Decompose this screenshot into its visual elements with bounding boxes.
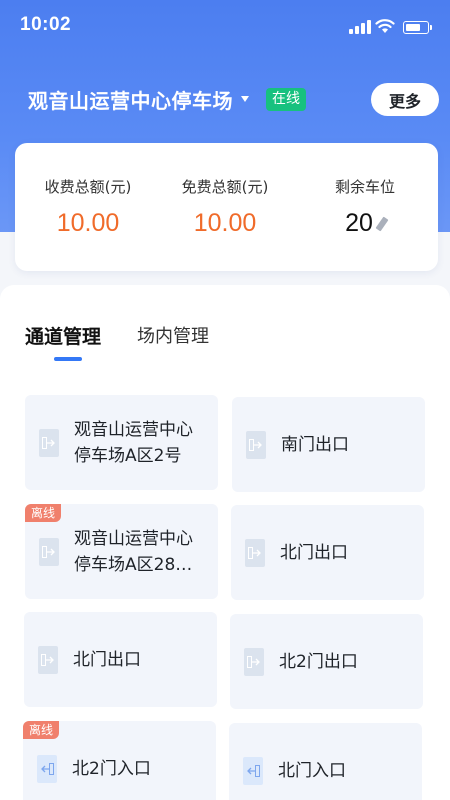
entry-gate-icon [37,754,57,783]
gate-card[interactable]: 离线 观音山运营中心停车场A区28号出口 [25,504,218,599]
remaining-spaces-stat: 剩余车位 20 [315,176,415,238]
summary-card: 收费总额(元) 10.00 免费总额(元) 10.00 剩余车位 20 [15,143,438,271]
gate-card[interactable]: 北门入口 [229,723,422,800]
more-button[interactable]: 更多 [371,83,439,116]
exit-gate-icon [246,430,266,459]
remaining-spaces-row: 20 [315,209,415,238]
free-total-value: 10.00 [193,209,257,237]
remaining-spaces-label: 剩余车位 [334,178,395,196]
gate-label: 观音山运营中心停车场A区2号 [74,419,193,466]
exit-gate-icon [244,647,264,676]
status-bar: 10:02 [0,0,450,50]
offline-badge: 离线 [25,504,62,522]
charged-total-label: 收费总额(元) [44,178,132,196]
lot-title[interactable]: 观音山运营中心停车场 [28,85,233,114]
gate-card[interactable]: 观音山运营中心停车场A区2号 [25,395,218,490]
gate-label: 北门入口 [278,760,346,781]
entry-gate-icon [243,756,263,785]
free-total-label: 免费总额(元) [181,178,269,196]
remaining-spaces-value: 20 [345,209,373,237]
exit-gate-icon [39,428,59,457]
gate-label: 北门出口 [280,542,348,563]
gate-label: 观音山运营中心停车场A区28号出口 [74,528,193,575]
gate-card[interactable]: 北2门出口 [230,614,423,709]
charged-total-value: 10.00 [56,209,120,237]
cellular-signal-icon [349,20,371,34]
chevron-down-icon[interactable] [241,96,249,102]
exit-gate-icon [38,645,58,674]
status-time: 10:02 [20,14,72,35]
gate-label: 南门出口 [281,434,349,455]
tab-lane-management[interactable]: 通道管理 [25,322,101,349]
edit-pencil-icon[interactable] [375,216,389,231]
gate-card[interactable]: 离线 北2门入口 [23,721,216,800]
charged-total-stat: 收费总额(元) 10.00 [33,176,143,238]
offline-badge: 离线 [23,721,60,739]
gate-card[interactable]: 南门出口 [232,397,425,492]
free-total-stat: 免费总额(元) 10.00 [170,176,280,238]
gate-card[interactable]: 北门出口 [24,612,217,707]
battery-icon [403,21,432,34]
gate-label: 北2门出口 [279,651,358,672]
exit-gate-icon [245,538,265,567]
active-tab-indicator [54,357,82,361]
tab-site-management[interactable]: 场内管理 [137,322,209,348]
gate-label: 北门出口 [73,649,141,670]
lot-selector[interactable]: 观音山运营中心停车场 在线 [28,84,306,114]
exit-gate-icon [39,537,59,566]
gate-card[interactable]: 北门出口 [231,505,424,600]
online-status-badge: 在线 [266,87,306,111]
gate-label: 北2门入口 [72,758,151,779]
wifi-icon [375,19,395,33]
